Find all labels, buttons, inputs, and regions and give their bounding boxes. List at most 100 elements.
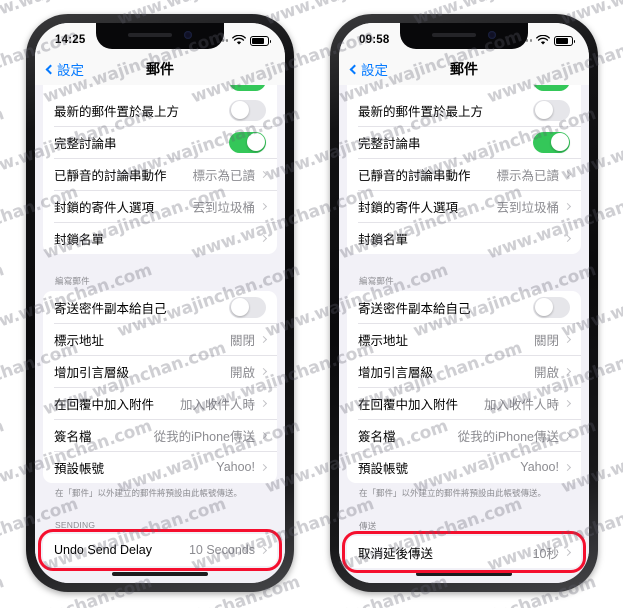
chevron-right-icon <box>259 431 268 439</box>
group-wrapper: 寄送密件副本給自己標示地址 關閉 增加引言層級 開啟 在回覆中加入附件 加入收件人時 簽名檔… <box>347 291 581 483</box>
toggle-switch[interactable] <box>229 85 266 91</box>
settings-row[interactable]: 已靜音的討論串動作 標示為已讀 <box>347 158 581 190</box>
chevron-right-icon <box>563 431 572 439</box>
row-label: Undo Send Delay <box>54 543 152 558</box>
section-footer: 在「郵件」以外建立的郵件將預設由此帳號傳送。 <box>359 488 547 498</box>
row-label: 最新的郵件置於最上方 <box>358 104 484 119</box>
chevron-right-icon <box>563 335 572 343</box>
chevron-right-icon <box>563 234 572 242</box>
earpiece-speaker-icon <box>432 32 476 37</box>
chevron-right-icon <box>259 170 268 178</box>
nav-bar: 設定 郵件 <box>35 53 285 85</box>
chevron-left-icon <box>349 64 360 74</box>
settings-row[interactable]: 在回覆中加入附件 加入收件人時 <box>43 387 277 419</box>
battery-icon <box>554 35 576 46</box>
chevron-right-icon <box>259 367 268 375</box>
settings-scroll-view[interactable]: 最新的郵件置於最上方完整討論串 已靜音的討論串動作 標示為已讀 封鎖的寄件人選項 丟到垃… <box>339 85 589 583</box>
section-header: 編寫郵件 <box>55 276 90 286</box>
settings-row[interactable]: 在回覆中加入附件 加入收件人時 <box>347 387 581 419</box>
row-label: 寄送密件副本給自己 <box>54 301 167 316</box>
settings-group: 寄送密件副本給自己 標示地址 關閉 增加引言層級 開啟 在回覆中加入附件 加入收件人時 簽名檔… <box>43 291 277 483</box>
settings-row[interactable]: 封鎖的寄件人選項 丟到垃圾桶 <box>347 190 581 222</box>
row-label: 標示地址 <box>54 333 105 348</box>
settings-row[interactable]: 增加引言層級 開啟 <box>43 355 277 387</box>
watermark-text: www.wajinchan.com <box>0 0 7 29</box>
settings-row[interactable]: 簽名檔 從我的iPhone傳送 <box>43 419 277 451</box>
settings-row[interactable]: 標示地址 關閉 <box>347 323 581 355</box>
row-value: 關閉 <box>229 333 255 348</box>
settings-row[interactable]: 封鎖的寄件人選項 丟到垃圾桶 <box>43 190 277 222</box>
toggle-switch[interactable] <box>533 296 570 318</box>
group-wrapper: 最新的郵件置於最上方完整討論串已靜音的討論串動作 標示為已讀封鎖的寄件人選項 丟到垃… <box>43 94 277 254</box>
watermark-text: www.wajinchan.com <box>0 572 7 608</box>
settings-row[interactable]: 最新的郵件置於最上方 <box>43 94 277 126</box>
settings-row[interactable]: 已靜音的討論串動作 標示為已讀 <box>43 158 277 190</box>
chevron-left-icon <box>45 64 56 74</box>
row-label: 完整討論串 <box>54 136 117 151</box>
row-value: 標示為已讀 <box>192 168 255 183</box>
back-button[interactable]: 設定 <box>349 59 388 79</box>
settings-row[interactable]: 完整討論串 <box>347 126 581 158</box>
toggle-switch[interactable] <box>533 85 570 91</box>
toggle-switch[interactable] <box>229 99 266 121</box>
group-wrapper: 寄送密件副本給自己 標示地址 關閉 增加引言層級 開啟 在回覆中加入附件 加入收件人時 簽名檔… <box>43 291 277 483</box>
row-label: 寄送密件副本給自己 <box>358 301 471 316</box>
back-button[interactable]: 設定 <box>45 59 84 79</box>
settings-row[interactable]: 預設帳號 Yahoo! <box>43 451 277 483</box>
notch <box>96 23 224 49</box>
row-value: 標示為已讀 <box>496 168 559 183</box>
settings-group: 取消延後傳送 10秒 <box>347 536 581 569</box>
settings-row[interactable]: 封鎖名單 <box>43 222 277 254</box>
settings-row[interactable]: 預設帳號 Yahoo! <box>347 451 581 483</box>
row-label: 預設帳號 <box>358 461 409 476</box>
screenshot-canvas: 14:25 設定 郵件 最新的郵件置於最上方 完整討論串 已靜音的討論串動作 標示為已讀 封鎖… <box>0 0 623 608</box>
settings-scroll-view[interactable]: 最新的郵件置於最上方完整討論串已靜音的討論串動作 標示為已讀封鎖的寄件人選項 丟到垃… <box>35 85 285 583</box>
settings-row[interactable]: 增加引言層級 開啟 <box>347 355 581 387</box>
home-indicator[interactable] <box>416 572 512 576</box>
settings-group: Undo Send Delay 10 Seconds <box>43 534 277 567</box>
earpiece-speaker-icon <box>128 32 172 37</box>
row-value: 10秒 <box>532 546 559 561</box>
status-time: 14:25 <box>55 34 86 46</box>
settings-row[interactable]: 取消延後傳送 10秒 <box>347 536 581 568</box>
chevron-right-icon <box>259 202 268 210</box>
section-header: 傳送 <box>359 521 377 532</box>
partial-toggle-sliver <box>43 85 277 94</box>
front-camera-icon <box>184 30 192 39</box>
settings-row[interactable]: 最新的郵件置於最上方 <box>347 94 581 126</box>
chevron-right-icon <box>563 202 572 210</box>
status-time: 09:58 <box>359 34 390 46</box>
chevron-right-icon <box>563 367 572 375</box>
home-indicator[interactable] <box>112 572 208 576</box>
section-header: 編寫郵件 <box>359 276 394 286</box>
nav-bar: 設定 郵件 <box>339 53 589 85</box>
section-header: SENDING <box>55 520 96 531</box>
toggle-switch[interactable] <box>533 131 570 153</box>
row-label: 已靜音的討論串動作 <box>54 168 167 183</box>
settings-row[interactable]: 封鎖名單 <box>347 222 581 254</box>
chevron-right-icon <box>563 399 572 407</box>
row-value: 開啟 <box>229 365 255 380</box>
highlighted-setting: 取消延後傳送 10秒 <box>342 531 586 574</box>
settings-row[interactable]: 寄送密件副本給自己 <box>43 291 277 323</box>
settings-row[interactable]: 簽名檔 從我的iPhone傳送 <box>347 419 581 451</box>
settings-row[interactable]: 標示地址 關閉 <box>43 323 277 355</box>
toggle-switch[interactable] <box>229 131 266 153</box>
row-label: 封鎖名單 <box>54 232 105 247</box>
iphone-right: 09:58 設定 郵件 最新的郵件置於最上方 完整討論串 已靜音的討論串動作 標示為已讀 封鎖… <box>330 14 598 592</box>
row-label: 簽名檔 <box>54 429 92 444</box>
settings-row[interactable]: 寄送密件副本給自己 <box>347 291 581 323</box>
row-label: 封鎖名單 <box>358 232 409 247</box>
settings-group: 最新的郵件置於最上方完整討論串 已靜音的討論串動作 標示為已讀 封鎖的寄件人選項 丟到垃… <box>347 94 581 254</box>
row-label: 增加引言層級 <box>358 365 434 380</box>
chevron-right-icon <box>259 399 268 407</box>
partial-toggle-sliver <box>347 85 581 94</box>
toggle-switch[interactable] <box>533 99 570 121</box>
settings-row[interactable]: 完整討論串 <box>43 126 277 158</box>
toggle-switch[interactable] <box>229 296 266 318</box>
settings-row[interactable]: Undo Send Delay 10 Seconds <box>43 534 277 566</box>
row-value: 加入收件人時 <box>179 397 255 412</box>
